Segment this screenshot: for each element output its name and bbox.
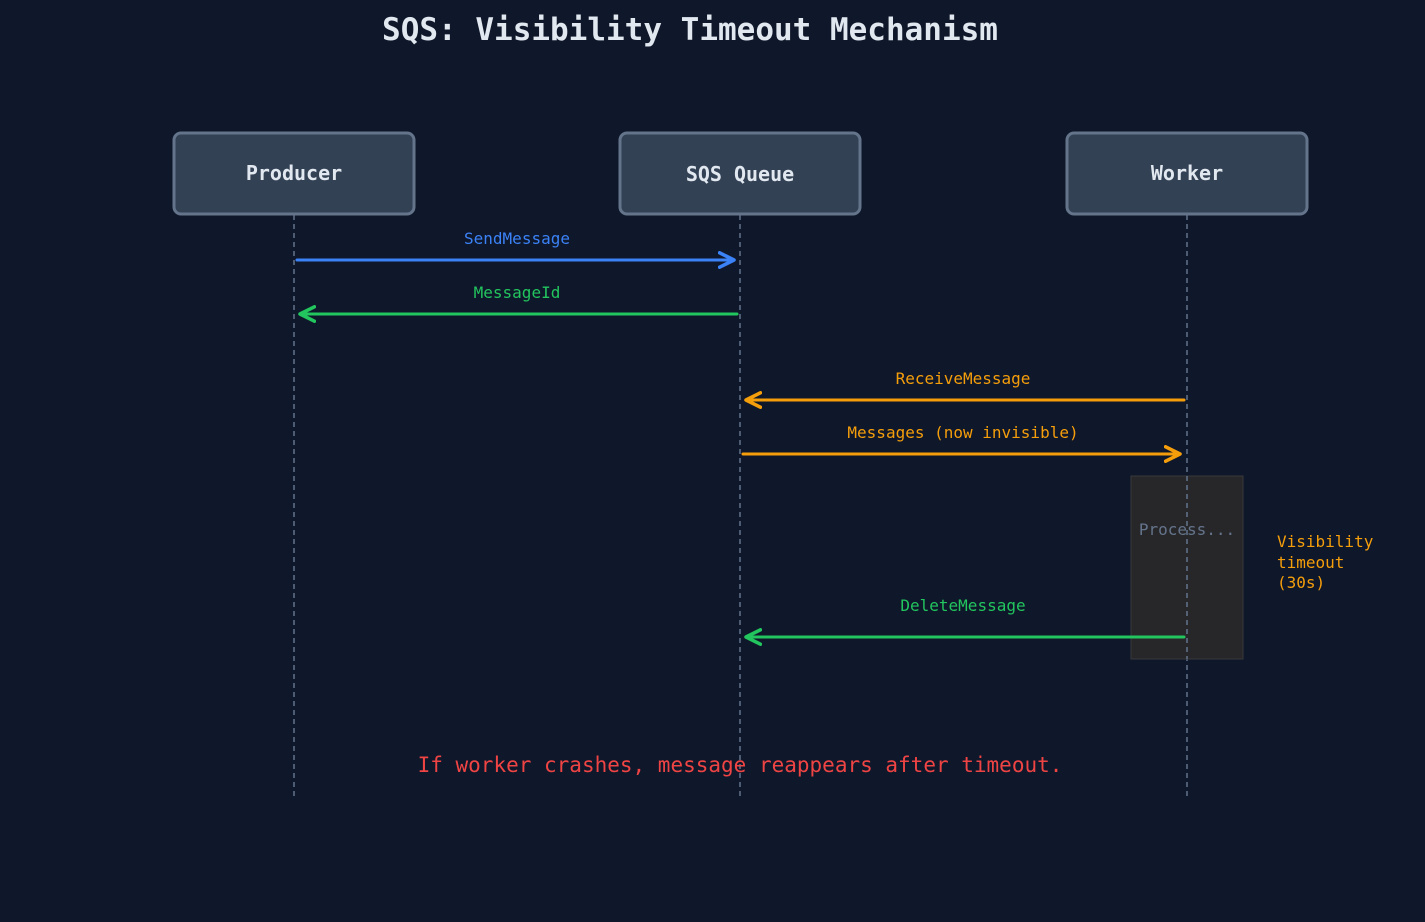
crash-note: If worker crashes, message reappears aft… — [418, 753, 1063, 777]
message-send: SendMessage — [295, 229, 736, 269]
message-label-receive: ReceiveMessage — [896, 369, 1031, 388]
visibility-timeout-note: Visibility timeout (30s) — [1277, 532, 1374, 592]
diagram-canvas: SQS: Visibility Timeout Mechanism Produc… — [0, 0, 1425, 922]
message-label-send: SendMessage — [464, 229, 570, 248]
participant-queue: SQS Queue — [618, 131, 862, 216]
activation-box-worker: Process... — [1130, 475, 1244, 660]
message-label-messages: Messages (now invisible) — [847, 423, 1078, 442]
message-delete: DeleteMessage — [744, 596, 1186, 646]
participant-label-worker: Worker — [1151, 161, 1223, 185]
participant-label-queue: SQS Queue — [686, 162, 794, 186]
participant-label-producer: Producer — [246, 161, 342, 185]
message-msgid: MessageId — [298, 283, 739, 323]
participant-producer: Producer — [172, 131, 416, 216]
diagram-title: SQS: Visibility Timeout Mechanism — [382, 12, 998, 48]
activation-label: Process... — [1139, 520, 1235, 539]
visibility-note-line-2: timeout — [1277, 553, 1344, 572]
message-messages: Messages (now invisible) — [741, 423, 1182, 463]
participant-worker: Worker — [1065, 131, 1309, 216]
visibility-note-line-1: Visibility — [1277, 532, 1374, 551]
sequence-diagram: SQS: Visibility Timeout Mechanism Produc… — [172, 12, 1374, 800]
message-label-msgid: MessageId — [474, 283, 561, 302]
message-label-delete: DeleteMessage — [900, 596, 1025, 615]
visibility-note-line-3: (30s) — [1277, 573, 1325, 592]
message-receive: ReceiveMessage — [744, 369, 1186, 409]
